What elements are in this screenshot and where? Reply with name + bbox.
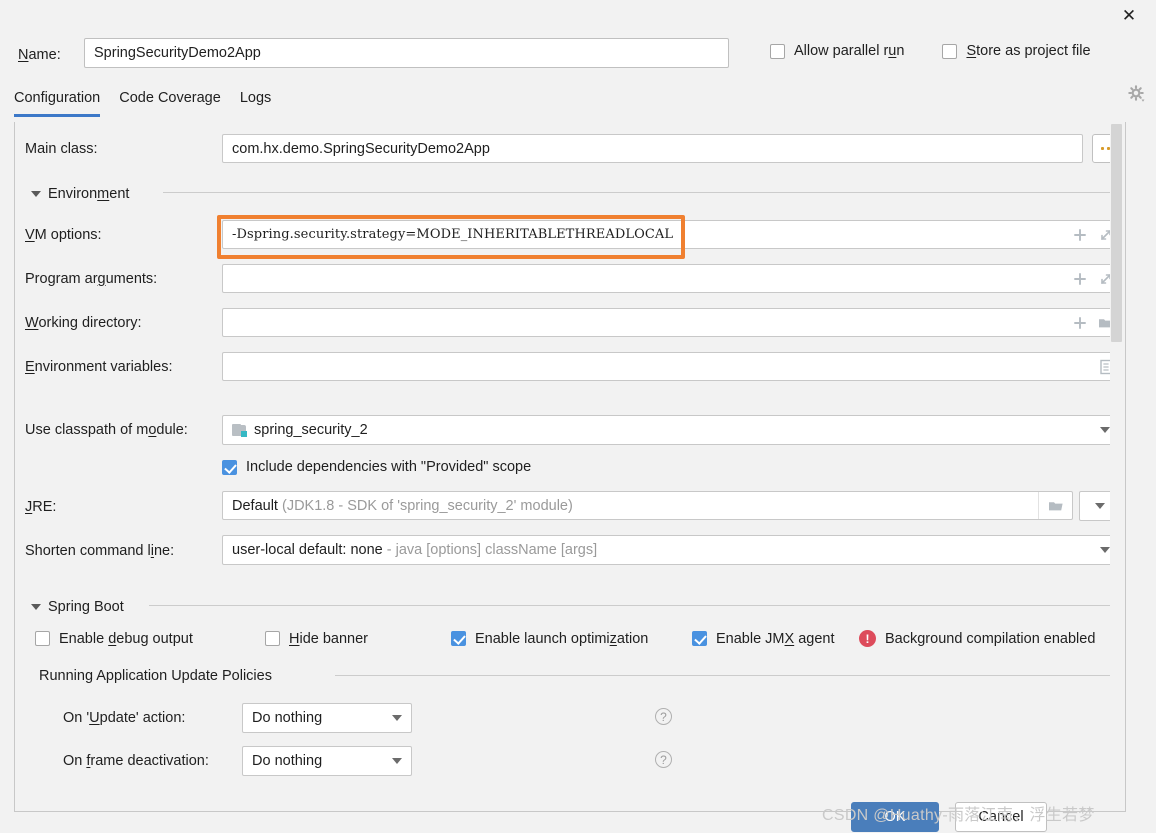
jre-value-main: Default xyxy=(232,497,278,514)
background-compilation-label: Background compilation enabled xyxy=(885,630,1096,647)
on-update-action-help-icon[interactable]: ? xyxy=(655,708,672,725)
enable-launch-optimization-label: Enable launch optimization xyxy=(475,630,649,647)
hide-banner-box xyxy=(265,631,280,646)
enable-jmx-agent-box xyxy=(692,631,707,646)
ok-button[interactable]: OK xyxy=(851,802,939,832)
run-configuration-dialog: ✕ Name: SpringSecurityDemo2App Allow par… xyxy=(0,0,1156,833)
hide-banner-label: Hide banner xyxy=(289,630,369,647)
on-frame-deactivation-value: Do nothing xyxy=(252,753,323,769)
chevron-down-icon xyxy=(383,715,411,721)
include-provided-scope-label: Include dependencies with "Provided" sco… xyxy=(246,459,532,475)
name-row: Name: SpringSecurityDemo2App Allow paral… xyxy=(0,38,1156,102)
shorten-value-main: user-local default: none xyxy=(232,542,383,558)
background-compilation-status: ! Background compilation enabled xyxy=(859,630,1095,647)
store-as-project-file-box xyxy=(942,43,958,59)
environment-section-header[interactable]: Environment xyxy=(31,186,129,202)
on-update-action-value: Do nothing xyxy=(252,710,323,726)
on-frame-deactivation-label: On frame deactivation: xyxy=(63,753,209,769)
main-class-input[interactable]: com.hx.demo.SpringSecurityDemo2App xyxy=(222,134,1083,163)
tab-code-coverage[interactable]: Code Coverage xyxy=(119,90,221,113)
include-provided-scope-checkbox[interactable]: Include dependencies with "Provided" sco… xyxy=(222,459,531,475)
hide-banner-checkbox[interactable]: Hide banner xyxy=(265,631,451,647)
configuration-panel: Main class: com.hx.demo.SpringSecurityDe… xyxy=(14,122,1126,812)
enable-debug-output-label: Enable debug output xyxy=(59,630,193,647)
jre-value-hint: (JDK1.8 - SDK of 'spring_security_2' mod… xyxy=(281,497,573,514)
folder-icon[interactable] xyxy=(1038,492,1072,519)
collapse-caret-icon xyxy=(31,191,41,197)
store-as-project-file-label: Store as project file xyxy=(966,43,1091,59)
use-classpath-module-label: Use classpath of module: xyxy=(25,422,188,438)
enable-launch-optimization-box xyxy=(451,631,466,646)
use-classpath-module-value: spring_security_2 xyxy=(254,422,368,438)
include-provided-scope-box xyxy=(222,459,237,475)
shorten-value-hint: - java [options] className [args] xyxy=(386,542,598,558)
tab-configuration[interactable]: Configuration xyxy=(14,90,101,117)
dialog-titlebar: ✕ xyxy=(0,0,1156,30)
enable-debug-output-box xyxy=(35,631,50,646)
enable-debug-output-checkbox[interactable]: Enable debug output xyxy=(35,631,265,647)
vm-options-value: -Dspring.security.strategy=MODE_INHERITA… xyxy=(232,227,674,242)
environment-variables-label: Environment variables: xyxy=(25,359,173,375)
vm-options-input[interactable]: -Dspring.security.strategy=MODE_INHERITA… xyxy=(222,220,1120,249)
tab-bar: Configuration Code Coverage Logs xyxy=(14,90,271,117)
allow-parallel-run-checkbox[interactable]: Allow parallel run xyxy=(770,43,904,59)
jre-label: JRE: xyxy=(25,499,57,515)
name-input[interactable]: SpringSecurityDemo2App xyxy=(84,38,729,68)
enable-jmx-agent-checkbox[interactable]: Enable JMX agent xyxy=(692,631,859,647)
name-label: Name: xyxy=(18,47,61,63)
update-policies-title: Running Application Update Policies xyxy=(39,668,272,684)
jre-input[interactable]: Default (JDK1.8 - SDK of 'spring_securit… xyxy=(222,491,1073,520)
spring-boot-section-header[interactable]: Spring Boot xyxy=(31,599,124,615)
enable-launch-optimization-checkbox[interactable]: Enable launch optimization xyxy=(451,631,692,647)
on-update-action-select[interactable]: Do nothing xyxy=(242,703,412,733)
allow-parallel-run-label: Allow parallel run xyxy=(794,43,905,59)
on-frame-deactivation-help-icon[interactable]: ? xyxy=(655,751,672,768)
spring-boot-options-row: Enable debug output Hide banner Enable l… xyxy=(35,630,1095,647)
top-checkboxes: Allow parallel run Store as project file xyxy=(770,43,1091,59)
enable-jmx-agent-label: Enable JMX agent xyxy=(716,630,835,647)
tab-logs[interactable]: Logs xyxy=(240,90,271,113)
plus-icon[interactable] xyxy=(1067,265,1093,292)
working-directory-input[interactable] xyxy=(222,308,1120,337)
spring-boot-section-divider xyxy=(149,605,1113,606)
main-class-value: com.hx.demo.SpringSecurityDemo2App xyxy=(232,140,490,157)
shorten-command-line-select[interactable]: user-local default: none - java [options… xyxy=(222,535,1120,565)
on-frame-deactivation-select[interactable]: Do nothing xyxy=(242,746,412,776)
allow-parallel-run-box xyxy=(770,43,785,59)
close-icon[interactable]: ✕ xyxy=(1112,2,1146,28)
on-update-action-label: On 'Update' action: xyxy=(63,710,186,726)
working-directory-label: Working directory: xyxy=(25,315,142,331)
environment-variables-input[interactable] xyxy=(222,352,1120,381)
program-arguments-input[interactable] xyxy=(222,264,1120,293)
store-as-project-file-checkbox[interactable]: Store as project file xyxy=(942,43,1091,59)
cancel-button[interactable]: Cancel xyxy=(955,802,1047,832)
program-arguments-label: Program arguments: xyxy=(25,271,158,287)
vm-options-label: VM options: xyxy=(25,227,102,243)
panel-scrollbar[interactable] xyxy=(1110,122,1124,810)
use-classpath-module-select[interactable]: spring_security_2 xyxy=(222,415,1120,445)
name-input-value: SpringSecurityDemo2App xyxy=(94,45,261,61)
chevron-down-icon xyxy=(383,758,411,764)
environment-section-divider xyxy=(163,192,1113,193)
error-circle-icon: ! xyxy=(859,630,876,647)
environment-section-title: Environment xyxy=(48,186,130,202)
update-policies-divider xyxy=(335,675,1115,676)
gear-dropdown-icon[interactable] xyxy=(1128,85,1146,103)
jre-value: Default (JDK1.8 - SDK of 'spring_securit… xyxy=(223,498,1038,514)
plus-icon[interactable] xyxy=(1067,221,1093,248)
name-label-mnemonic: N xyxy=(18,47,29,63)
spring-boot-section-title: Spring Boot xyxy=(48,599,124,615)
shorten-command-line-label: Shorten command line: xyxy=(25,543,175,559)
module-folder-icon xyxy=(232,423,247,437)
collapse-caret-icon xyxy=(31,604,41,610)
main-class-label: Main class: xyxy=(25,141,98,157)
plus-icon[interactable] xyxy=(1067,309,1093,336)
name-label-rest: ame: xyxy=(28,47,61,63)
scrollbar-thumb[interactable] xyxy=(1111,124,1122,342)
shorten-command-line-value: user-local default: none - java [options… xyxy=(223,542,1091,558)
dialog-button-bar: OK Cancel xyxy=(0,800,1156,833)
